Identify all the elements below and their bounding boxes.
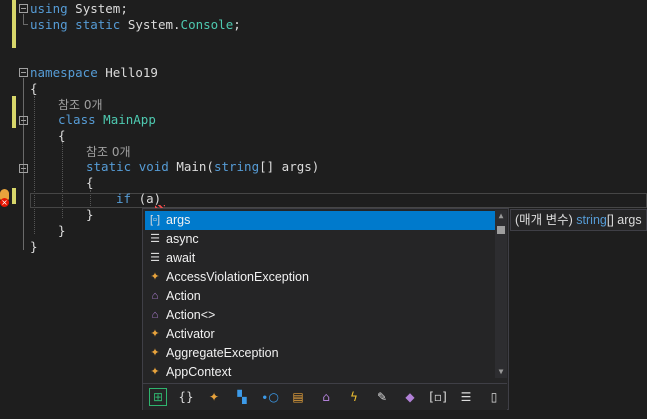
completion-item[interactable]: ✦ AccessViolationException xyxy=(145,268,495,287)
indent-guide xyxy=(34,96,35,234)
class-icon: ✦ xyxy=(150,366,160,378)
error-icon[interactable]: × xyxy=(0,198,9,207)
delegate-icon: ⌂ xyxy=(151,290,159,302)
keyword-icon: ☰ xyxy=(150,252,160,264)
code-line: } xyxy=(58,223,66,238)
completion-item-label: AggregateException xyxy=(166,346,279,360)
event-filter-icon[interactable]: ϟ xyxy=(345,388,363,406)
class-icon: ✦ xyxy=(150,328,160,340)
code-line: } xyxy=(86,207,94,222)
completion-item[interactable]: ✦ AppContext xyxy=(145,363,495,382)
change-indicator xyxy=(12,188,16,204)
delegate-icon: ⌂ xyxy=(151,309,159,321)
class-icon: ✦ xyxy=(150,271,160,283)
completion-item-label: Activator xyxy=(166,327,215,341)
code-line: class MainApp xyxy=(58,112,156,127)
completion-item[interactable]: ✦ AggregateException xyxy=(145,344,495,363)
code-line: using System; xyxy=(30,1,128,16)
completion-item-label: AppContext xyxy=(166,365,232,379)
fold-end xyxy=(23,24,28,25)
completion-scrollbar[interactable]: ▲ ▼ xyxy=(495,210,507,378)
completion-item-label: Action xyxy=(166,289,201,303)
expand-filter-icon[interactable]: ⊞ xyxy=(149,388,167,406)
completion-item-label: Action<> xyxy=(166,308,216,322)
code-line: namespace Hello19 xyxy=(30,65,158,80)
change-indicator xyxy=(12,96,16,128)
collapse-icon[interactable] xyxy=(19,68,28,77)
quick-info-tooltip: (매개 변수) string[] args xyxy=(510,209,647,231)
keyword-icon: ☰ xyxy=(150,233,160,245)
completion-item[interactable]: ⌂ Action xyxy=(145,287,495,306)
completion-list[interactable]: [▫] args ☰ async ☰ await ✦ AccessViolationExcep… xyxy=(142,208,509,410)
namespace-filter-icon[interactable]: {} xyxy=(177,388,195,406)
collapse-icon[interactable] xyxy=(19,164,28,173)
property-filter-icon[interactable]: ✎ xyxy=(373,388,391,406)
collapse-icon[interactable] xyxy=(19,4,28,13)
struct-filter-icon[interactable]: ▚ xyxy=(233,388,251,406)
completion-item[interactable]: [▫] args xyxy=(145,211,495,230)
enum-filter-icon[interactable]: ▤ xyxy=(289,388,307,406)
delegate-filter-icon[interactable]: ⌂ xyxy=(317,388,335,406)
scroll-down-icon[interactable]: ▼ xyxy=(495,366,507,378)
scroll-up-icon[interactable]: ▲ xyxy=(495,210,507,222)
codelens-references[interactable]: 참조 0개 xyxy=(86,144,131,160)
change-indicator xyxy=(12,0,16,48)
completion-item-label: await xyxy=(166,251,196,265)
completion-item-label: async xyxy=(166,232,199,246)
snippet-filter-icon[interactable]: ▯ xyxy=(485,388,503,406)
local-filter-icon[interactable]: [▫] xyxy=(429,388,447,406)
completion-item[interactable]: ☰ await xyxy=(145,249,495,268)
code-line: { xyxy=(30,81,38,96)
class-icon: ✦ xyxy=(150,347,160,359)
class-filter-icon[interactable]: ✦ xyxy=(205,388,223,406)
local-variable-icon: [▫] xyxy=(149,214,160,226)
completion-item[interactable]: ⌂ Action<> xyxy=(145,306,495,325)
fold-line xyxy=(23,14,24,24)
completion-item-label: args xyxy=(166,213,191,227)
code-line: { xyxy=(86,175,94,190)
codelens-references[interactable]: 참조 0개 xyxy=(58,97,103,113)
completion-item[interactable]: ☰ async xyxy=(145,230,495,249)
code-line: using static System.Console; xyxy=(30,17,241,32)
completion-item[interactable]: ✦ Activator xyxy=(145,325,495,344)
collapse-icon[interactable] xyxy=(19,116,28,125)
completion-item-label: AccessViolationException xyxy=(166,270,309,284)
scroll-thumb[interactable] xyxy=(497,226,505,234)
completion-filter-bar: ⊞ {} ✦ ▚ ∙○ ▤ ⌂ ϟ ✎ ◆ [▫] ☰ ▯ xyxy=(143,383,507,410)
method-filter-icon[interactable]: ◆ xyxy=(401,388,419,406)
code-line: } xyxy=(30,239,38,254)
interface-filter-icon[interactable]: ∙○ xyxy=(261,388,279,406)
keyword-filter-icon[interactable]: ☰ xyxy=(457,388,475,406)
code-line: static void Main(string[] args) xyxy=(86,159,320,174)
code-line: { xyxy=(58,128,66,143)
